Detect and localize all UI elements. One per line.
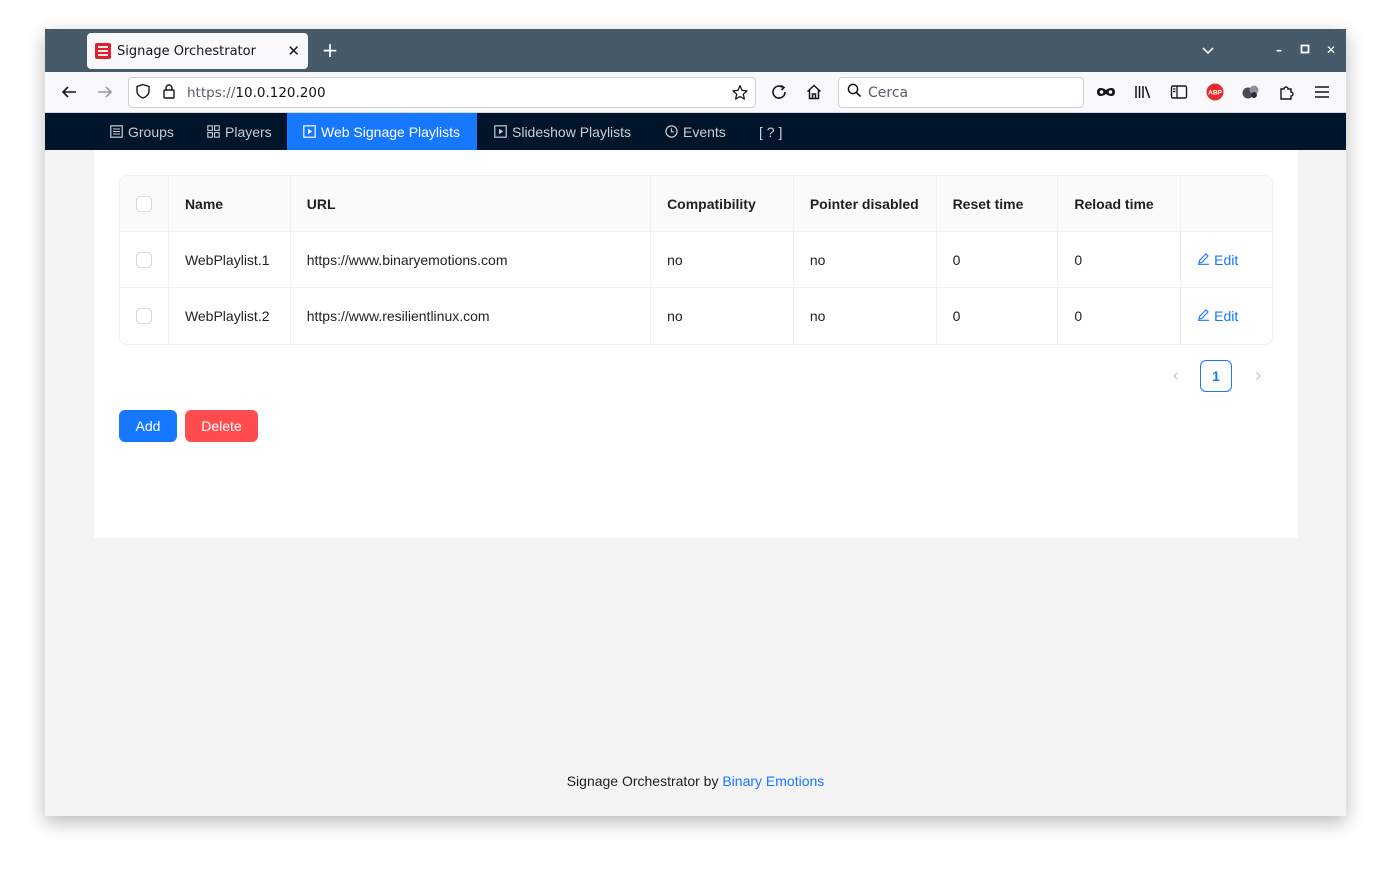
edit-label: Edit — [1214, 308, 1239, 324]
menu-icon[interactable] — [1311, 81, 1333, 103]
cell-reset-time: 0 — [937, 232, 1059, 287]
edit-link[interactable]: Edit — [1197, 308, 1238, 324]
cell-actions: Edit — [1181, 232, 1272, 287]
groups-icon — [110, 125, 123, 138]
back-icon[interactable] — [58, 81, 80, 103]
table-header-row: Name URL Compatibility Pointer disabled … — [120, 176, 1272, 232]
cell-pointer-disabled: no — [794, 288, 937, 344]
browser-tab[interactable]: Signage Orchestrator ✕ — [87, 33, 308, 69]
browser-window: Signage Orchestrator ✕ + – ✕ https://10.… — [45, 29, 1346, 816]
column-header-pointer-disabled[interactable]: Pointer disabled — [794, 176, 937, 231]
nav-item-players[interactable]: Players — [191, 113, 288, 150]
nav-label: Web Signage Playlists — [321, 123, 461, 140]
column-header-compatibility[interactable]: Compatibility — [651, 176, 794, 231]
search-bar[interactable]: Cerca — [838, 77, 1084, 108]
cell-pointer-disabled: no — [794, 232, 937, 287]
column-header-reload-time[interactable]: Reload time — [1058, 176, 1182, 231]
select-all-cell — [120, 176, 169, 231]
svg-text:ABP: ABP — [1208, 90, 1222, 97]
footer-link[interactable]: Binary Emotions — [722, 773, 824, 789]
new-tab-icon[interactable]: + — [319, 39, 341, 61]
pagination-prev-button[interactable] — [1160, 360, 1192, 392]
players-icon — [207, 125, 220, 138]
site-favicon-icon — [95, 43, 111, 59]
shield-icon[interactable] — [135, 83, 151, 103]
reload-icon[interactable] — [768, 81, 790, 103]
table-row: WebPlaylist.1 https://www.binaryemotions… — [120, 232, 1272, 288]
lock-icon[interactable] — [161, 83, 177, 103]
tab-list-chevron-icon[interactable] — [1200, 42, 1216, 58]
url-text: https://10.0.120.200 — [187, 84, 326, 101]
nav-label: Players — [225, 123, 272, 140]
nav-item-events[interactable]: Events — [649, 113, 742, 150]
footer-text: Signage Orchestrator by — [566, 773, 723, 789]
close-window-icon[interactable]: ✕ — [1324, 43, 1338, 57]
add-button[interactable]: Add — [119, 410, 177, 442]
clock-icon — [665, 125, 678, 138]
nav-item-help[interactable]: [ ? ] — [743, 113, 798, 150]
play-square-icon — [303, 125, 316, 138]
cell-actions: Edit — [1181, 288, 1272, 344]
cell-compatibility: no — [651, 288, 794, 344]
tab-title: Signage Orchestrator — [117, 43, 256, 59]
app-nav: Groups Players Web Signage Playlists Sli… — [45, 113, 1346, 150]
extension-icon[interactable] — [1240, 81, 1262, 103]
row-checkbox[interactable] — [136, 308, 152, 324]
private-mask-icon[interactable] — [1095, 81, 1117, 103]
select-all-checkbox[interactable] — [136, 195, 152, 212]
puzzle-icon[interactable] — [1276, 81, 1298, 103]
column-header-url[interactable]: URL — [291, 176, 652, 231]
row-checkbox[interactable] — [136, 251, 152, 268]
main-content: Name URL Compatibility Pointer disabled … — [94, 150, 1298, 538]
library-icon[interactable] — [1132, 81, 1154, 103]
maximize-icon[interactable] — [1298, 43, 1312, 57]
delete-button[interactable]: Delete — [185, 410, 258, 442]
browser-toolbar: https://10.0.120.200 Cerca ABP — [45, 72, 1346, 113]
pagination-next-button[interactable] — [1242, 360, 1274, 392]
minimize-icon[interactable]: – — [1272, 43, 1286, 57]
pagination-page-1[interactable]: 1 — [1200, 360, 1232, 392]
nav-label: Slideshow Playlists — [512, 123, 632, 140]
nav-label: [ ? ] — [759, 123, 783, 140]
search-placeholder: Cerca — [868, 84, 909, 101]
cell-url: https://www.resilientlinux.com — [291, 288, 652, 344]
edit-link[interactable]: Edit — [1197, 252, 1238, 268]
home-icon[interactable] — [803, 81, 825, 103]
search-icon — [847, 83, 862, 102]
edit-label: Edit — [1214, 251, 1239, 268]
row-select-cell — [120, 288, 169, 344]
nav-label: Groups — [128, 123, 174, 140]
playlists-table: Name URL Compatibility Pointer disabled … — [119, 175, 1273, 345]
cell-compatibility: no — [651, 232, 794, 287]
row-select-cell — [120, 232, 169, 287]
forward-icon[interactable] — [94, 81, 116, 103]
cell-name: WebPlaylist.2 — [169, 288, 291, 344]
column-header-name[interactable]: Name — [169, 176, 291, 231]
nav-label: Events — [683, 123, 726, 140]
sidebar-icon[interactable] — [1168, 81, 1190, 103]
page-footer: Signage Orchestrator by Binary Emotions — [45, 773, 1346, 789]
table-row: WebPlaylist.2 https://www.resilientlinux… — [120, 288, 1272, 344]
tab-strip: Signage Orchestrator ✕ + – ✕ — [45, 29, 1346, 72]
bookmark-star-icon[interactable] — [731, 84, 749, 106]
play-square-icon — [494, 125, 507, 138]
cell-name: WebPlaylist.1 — [169, 232, 291, 287]
adblock-icon[interactable]: ABP — [1204, 81, 1226, 103]
close-tab-icon[interactable]: ✕ — [287, 43, 300, 59]
nav-item-slideshow-playlists[interactable]: Slideshow Playlists — [478, 113, 647, 150]
column-header-actions — [1181, 176, 1272, 231]
nav-item-web-signage-playlists[interactable]: Web Signage Playlists — [287, 113, 477, 150]
cell-reload-time: 0 — [1058, 288, 1182, 344]
address-bar[interactable]: https://10.0.120.200 — [128, 77, 756, 108]
edit-pencil-icon — [1197, 252, 1210, 268]
cell-reset-time: 0 — [937, 288, 1059, 344]
cell-url: https://www.binaryemotions.com — [291, 232, 652, 287]
cell-reload-time: 0 — [1058, 232, 1182, 287]
edit-pencil-icon — [1197, 308, 1210, 324]
column-header-reset-time[interactable]: Reset time — [937, 176, 1059, 231]
